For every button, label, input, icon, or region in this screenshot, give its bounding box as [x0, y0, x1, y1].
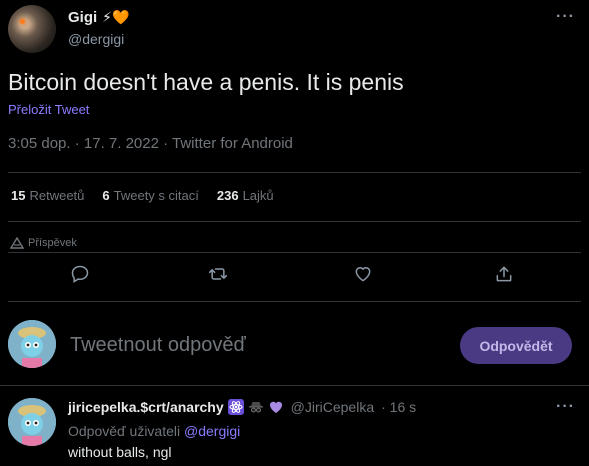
like-action[interactable] — [353, 264, 377, 288]
reply-author-row: jiricepelka.$crt/anarchy @JiriCepelka · … — [68, 399, 416, 415]
reply-input[interactable]: Tweetnout odpověď — [70, 334, 246, 357]
divider — [8, 221, 581, 222]
replying-to-mention[interactable]: @dergigi — [184, 423, 240, 439]
purple-heart-icon — [268, 399, 284, 415]
current-user-avatar[interactable] — [8, 320, 56, 368]
reply-text: without balls, ngl — [68, 444, 172, 460]
action-bar — [0, 264, 589, 288]
reply-action[interactable] — [70, 264, 94, 288]
spy-icon — [248, 399, 264, 415]
replying-to-label: Odpověď uživateli — [68, 423, 181, 439]
share-icon — [496, 266, 512, 282]
divider — [0, 385, 589, 386]
translate-link[interactable]: Přeložit Tweet — [8, 102, 89, 117]
retweets-stat[interactable]: 15 Retweetů — [11, 188, 84, 203]
heart-icon — [355, 267, 371, 282]
promo-label: Příspěvek — [28, 237, 77, 249]
divider — [8, 172, 581, 173]
reply-author-name[interactable]: jiricepelka.$crt/anarchy — [68, 399, 224, 415]
share-action[interactable] — [494, 264, 518, 288]
reply-more-options-icon[interactable]: ··· — [556, 398, 575, 416]
reply-author-handle[interactable]: @JiriCepelka — [291, 399, 374, 415]
promo-row[interactable]: Příspěvek — [10, 237, 77, 249]
cartoon-avatar-icon — [8, 320, 56, 368]
author-name-text[interactable]: Gigi — [68, 9, 97, 26]
reply-author-avatar[interactable] — [8, 398, 56, 446]
author-handle[interactable]: @dergigi — [68, 31, 124, 47]
reply-submit-button[interactable]: Odpovědět — [460, 327, 572, 364]
author-emoji: ⚡🧡 — [102, 9, 130, 25]
tweet-stats: 15 Retweetů 6 Tweety s citací 236 Lajků — [11, 188, 274, 203]
more-options-icon[interactable]: ··· — [556, 8, 575, 26]
divider — [8, 301, 581, 302]
likes-stat[interactable]: 236 Lajků — [217, 188, 274, 203]
promoted-icon — [10, 237, 24, 249]
quotes-stat[interactable]: 6 Tweety s citací — [102, 188, 198, 203]
atom-icon — [227, 399, 244, 415]
reply-composer: Tweetnout odpověď Odpovědět — [0, 310, 589, 382]
retweet-action[interactable] — [208, 264, 232, 288]
author-avatar[interactable] — [8, 5, 56, 53]
reply-icon — [71, 265, 89, 283]
tweet-text: Bitcoin doesn't have a penis. It is peni… — [8, 69, 404, 95]
author-name[interactable]: Gigi ⚡🧡 — [68, 9, 129, 26]
replying-to: Odpověď uživateli @dergigi — [68, 423, 240, 439]
reply-timestamp[interactable]: · 16 s — [381, 399, 416, 415]
retweet-icon — [208, 268, 228, 280]
divider — [8, 252, 581, 253]
tweet-meta: 3:05 dop. · 17. 7. 2022 · Twitter for An… — [8, 135, 293, 152]
cartoon-avatar-icon — [8, 398, 56, 446]
